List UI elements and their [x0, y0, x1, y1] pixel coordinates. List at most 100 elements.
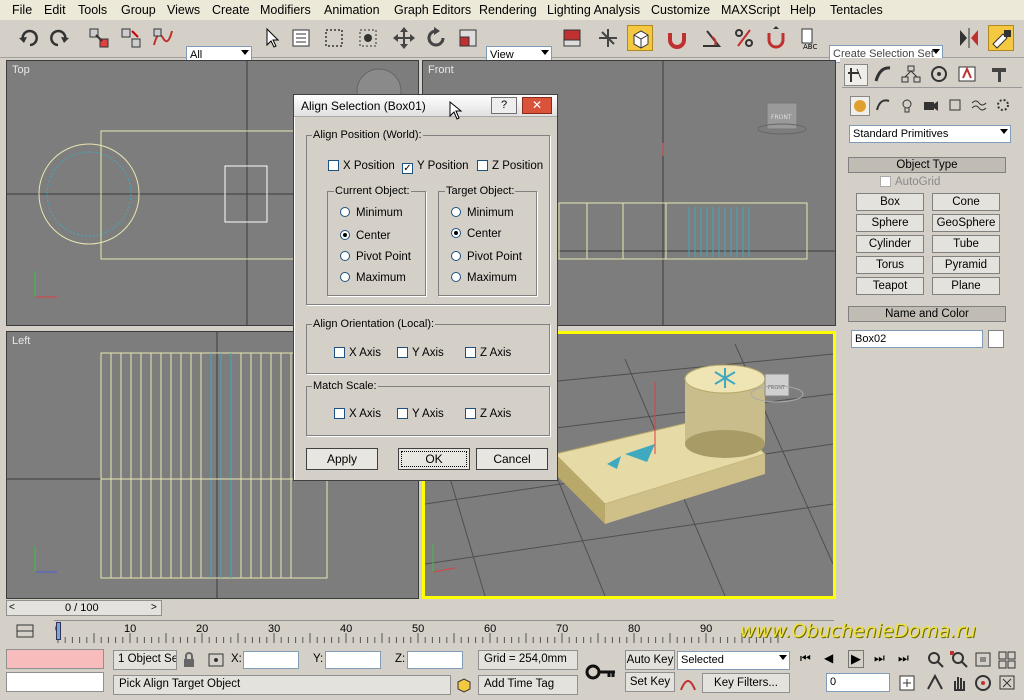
- utilities-tab[interactable]: [988, 64, 1012, 86]
- scale-x-axis-checkbox[interactable]: X Axis: [334, 408, 381, 420]
- box-button[interactable]: Box: [856, 193, 924, 211]
- redo-button[interactable]: [46, 25, 72, 51]
- menu-create[interactable]: Create: [212, 3, 250, 17]
- viewport-label-left[interactable]: Left: [12, 335, 30, 347]
- orient-z-axis-checkbox[interactable]: Z Axis: [465, 347, 511, 359]
- transform-mode-toggle[interactable]: [207, 652, 225, 668]
- sphere-button[interactable]: Sphere: [856, 214, 924, 232]
- shapes-button[interactable]: [874, 96, 894, 116]
- menu-tools[interactable]: Tools: [78, 3, 107, 17]
- name-color-rollout-header[interactable]: Name and Color: [848, 306, 1006, 322]
- zoom-extents-all-icon[interactable]: [997, 650, 1019, 670]
- x-coord-input[interactable]: [243, 651, 299, 669]
- pyramid-button[interactable]: Pyramid: [932, 256, 1000, 274]
- viewport-label-top[interactable]: Top: [12, 64, 30, 76]
- geosphere-button[interactable]: GeoSphere: [932, 214, 1000, 232]
- time-slider[interactable]: < 0 / 100 >: [6, 600, 162, 616]
- modify-tab[interactable]: [872, 64, 896, 86]
- align-button[interactable]: [988, 25, 1014, 51]
- menu-lighting-analysis[interactable]: Lighting Analysis: [547, 3, 640, 17]
- keyboard-shortcut-override-button[interactable]: [627, 25, 653, 51]
- z-position-checkbox[interactable]: Z Position: [477, 160, 543, 172]
- select-and-rotate-button[interactable]: [423, 25, 449, 51]
- apply-button[interactable]: Apply: [306, 448, 378, 470]
- snaps-toggle-button[interactable]: [664, 25, 690, 51]
- plane-button[interactable]: Plane: [932, 277, 1000, 295]
- time-configuration-button[interactable]: [897, 673, 917, 693]
- cancel-button[interactable]: Cancel: [476, 448, 548, 470]
- dialog-close-button[interactable]: ✕: [522, 97, 552, 114]
- torus-button[interactable]: Torus: [856, 256, 924, 274]
- play-icon[interactable]: ▶: [848, 650, 864, 668]
- orient-x-axis-checkbox[interactable]: X Axis: [334, 347, 381, 359]
- track-bar-toggle[interactable]: [14, 622, 38, 640]
- previous-frame-icon[interactable]: ◀︎: [824, 651, 833, 665]
- zoom-extents-icon[interactable]: [973, 650, 995, 670]
- menu-views[interactable]: Views: [167, 3, 200, 17]
- set-key-button[interactable]: Set Key: [625, 672, 675, 692]
- go-to-start-icon[interactable]: ⏮: [800, 651, 811, 666]
- select-and-manipulate-button[interactable]: [595, 25, 621, 51]
- track-bar[interactable]: 0102030405060708090: [54, 620, 834, 644]
- select-and-move-button[interactable]: [391, 25, 417, 51]
- select-object-button[interactable]: [259, 25, 285, 51]
- menu-file[interactable]: File: [12, 3, 32, 17]
- window-crossing-button[interactable]: [355, 25, 381, 51]
- set-keys-button[interactable]: [583, 652, 619, 692]
- percent-snap-toggle-button[interactable]: [731, 25, 757, 51]
- use-pivot-center-button[interactable]: [559, 25, 585, 51]
- hierarchy-tab[interactable]: [900, 64, 924, 86]
- menu-rendering[interactable]: Rendering: [479, 3, 537, 17]
- y-position-checkbox[interactable]: ✓ Y Position: [402, 160, 469, 174]
- select-and-scale-button[interactable]: [455, 25, 481, 51]
- ok-button[interactable]: OK: [398, 448, 470, 470]
- menu-customize[interactable]: Customize: [651, 3, 710, 17]
- systems-button[interactable]: [994, 96, 1014, 116]
- rectangular-selection-button[interactable]: [321, 25, 347, 51]
- tube-button[interactable]: Tube: [932, 235, 1000, 253]
- maxscript-listener-mini[interactable]: [6, 649, 104, 669]
- dialog-titlebar[interactable]: Align Selection (Box01) ? ✕: [294, 95, 557, 117]
- time-slider-left-arrow[interactable]: <: [9, 602, 15, 613]
- x-position-checkbox[interactable]: X Position: [328, 160, 395, 172]
- select-by-name-button[interactable]: [289, 25, 315, 51]
- menu-edit[interactable]: Edit: [44, 3, 66, 17]
- menu-maxscript[interactable]: MAXScript: [721, 3, 780, 17]
- maximize-viewport-icon[interactable]: [997, 673, 1019, 693]
- current-maximum-radio[interactable]: Maximum: [340, 272, 406, 284]
- object-type-rollout-header[interactable]: Object Type: [848, 157, 1006, 173]
- category-dropdown[interactable]: Standard Primitives: [849, 125, 1011, 143]
- go-to-end-icon[interactable]: ⏭: [898, 651, 909, 666]
- time-slider-right-arrow[interactable]: >: [151, 602, 157, 613]
- current-center-radio[interactable]: Center: [340, 230, 391, 242]
- mirror-button[interactable]: [956, 25, 982, 51]
- default-in-out-tangents-button[interactable]: [679, 674, 697, 692]
- zoom-icon[interactable]: [925, 650, 947, 670]
- target-center-radio[interactable]: Center: [451, 228, 502, 240]
- spinner-snap-toggle-button[interactable]: [763, 25, 789, 51]
- object-name-input[interactable]: Box02: [851, 330, 983, 348]
- undo-button[interactable]: [16, 25, 42, 51]
- viewport-label-front[interactable]: Front: [428, 64, 454, 76]
- object-color-swatch[interactable]: [988, 330, 1004, 348]
- cameras-button[interactable]: [922, 96, 942, 116]
- field-of-view-icon[interactable]: [925, 673, 947, 693]
- key-selection-dropdown[interactable]: Selected: [677, 651, 790, 670]
- selection-lock-toggle[interactable]: [181, 652, 197, 668]
- menu-help[interactable]: Help: [790, 3, 816, 17]
- target-maximum-radio[interactable]: Maximum: [451, 272, 517, 284]
- motion-tab[interactable]: [928, 64, 952, 86]
- select-and-link-button[interactable]: [86, 25, 112, 51]
- dialog-help-button[interactable]: ?: [491, 97, 517, 114]
- menu-modifiers[interactable]: Modifiers: [260, 3, 311, 17]
- zoom-all-icon[interactable]: [949, 650, 971, 670]
- unlink-selection-button[interactable]: [118, 25, 144, 51]
- current-frame-marker[interactable]: [56, 622, 61, 640]
- time-tag-icon-button[interactable]: [454, 675, 474, 695]
- edit-named-selection-button[interactable]: ABC: [797, 25, 823, 51]
- teapot-button[interactable]: Teapot: [856, 277, 924, 295]
- scale-y-axis-checkbox[interactable]: Y Axis: [397, 408, 444, 420]
- current-pivot-point-radio[interactable]: Pivot Point: [340, 251, 411, 263]
- create-tab[interactable]: [844, 64, 868, 86]
- cylinder-button[interactable]: Cylinder: [856, 235, 924, 253]
